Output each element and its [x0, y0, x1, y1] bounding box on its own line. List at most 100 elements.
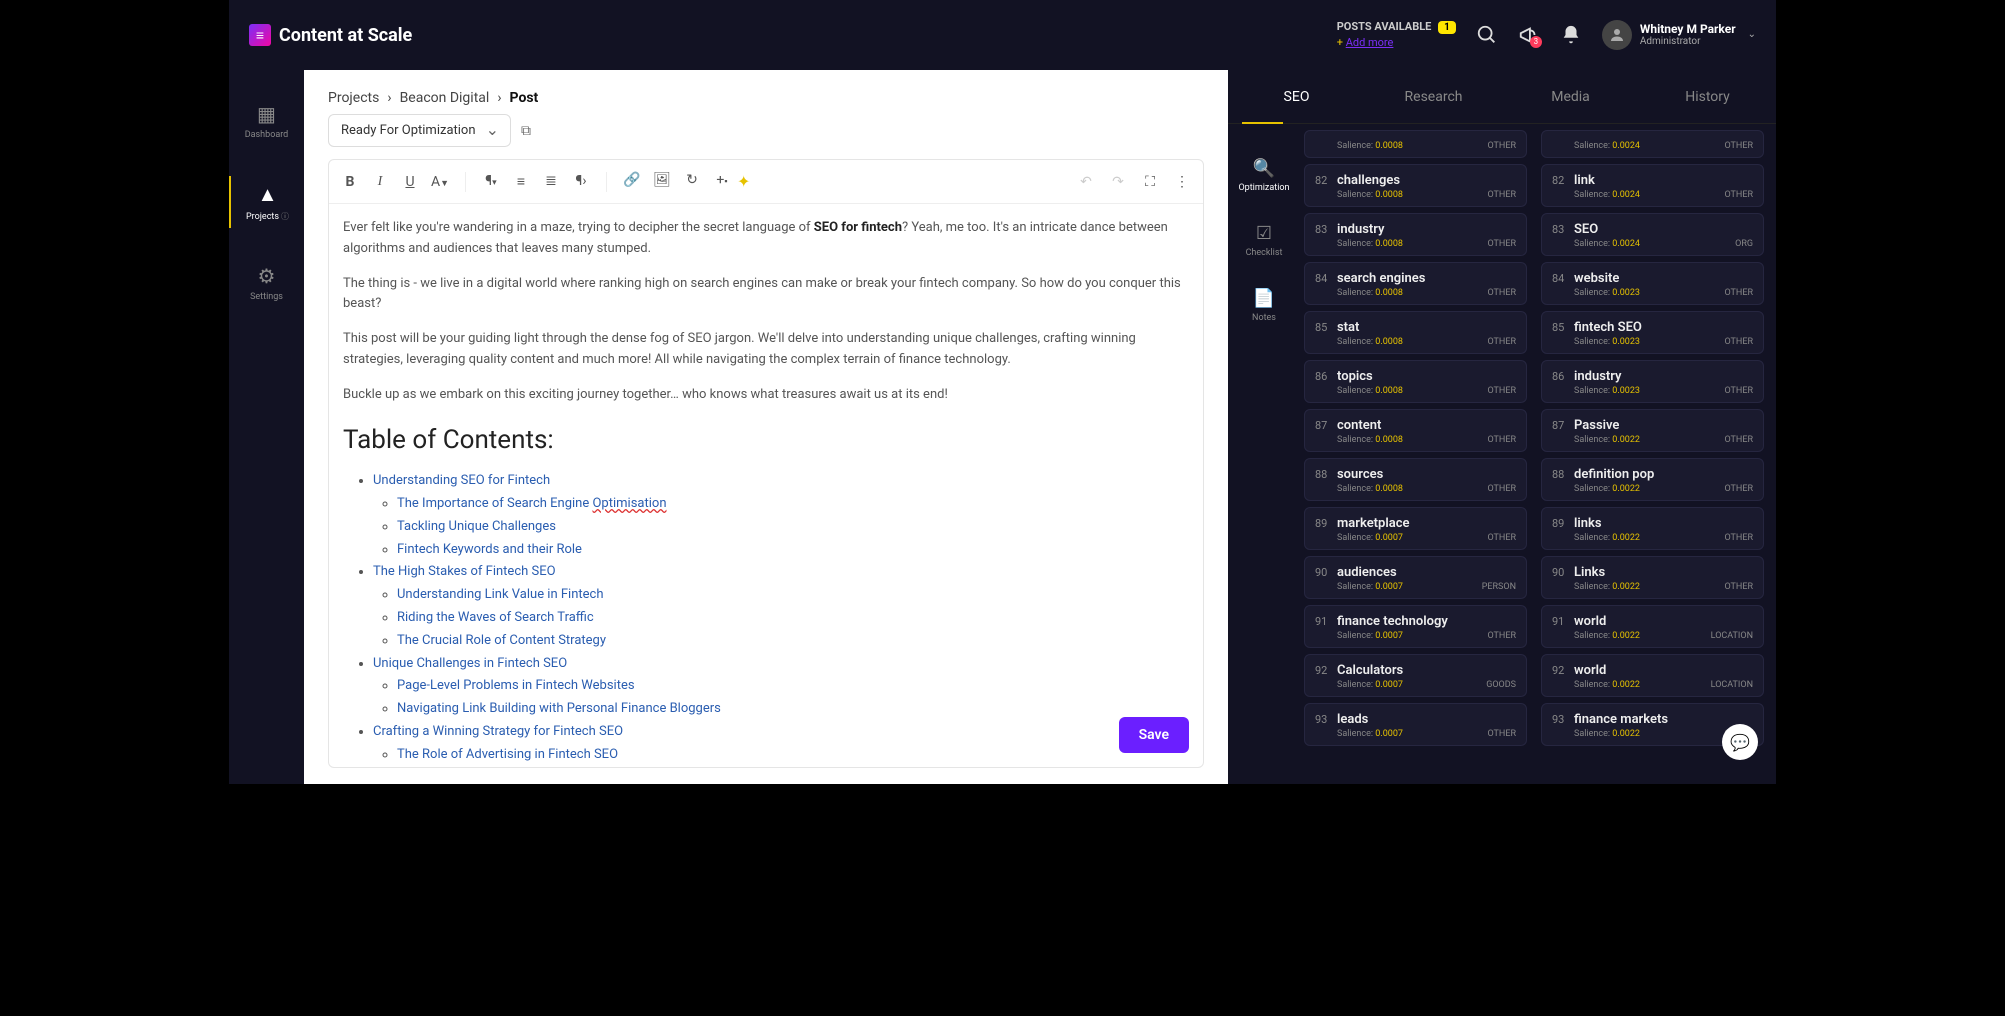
- toc-sublink[interactable]: The Role of Advertising in Fintech SEO: [397, 747, 618, 762]
- subnav-checklist[interactable]: ☑ Checklist: [1246, 223, 1283, 258]
- image-button[interactable]: 🖼: [653, 172, 671, 191]
- toc-list: Understanding SEO for Fintech The Importa…: [343, 471, 1189, 765]
- more-icon[interactable]: ⋮: [1173, 174, 1191, 190]
- tab-seo[interactable]: SEO: [1228, 70, 1365, 123]
- announce-icon[interactable]: 3: [1518, 24, 1540, 46]
- kw-number: 92: [1315, 664, 1327, 677]
- link-button[interactable]: 🔗: [623, 172, 641, 191]
- keyword-card[interactable]: 86 topics Salience: 0.0008 OTHER: [1304, 360, 1527, 403]
- keyword-card[interactable]: 82 challenges Salience: 0.0008 OTHER: [1304, 164, 1527, 207]
- keyword-card[interactable]: 85 stat Salience: 0.0008 OTHER: [1304, 311, 1527, 354]
- kw-type: LOCATION: [1711, 680, 1753, 690]
- undo-icon[interactable]: ↶: [1077, 174, 1095, 190]
- save-button[interactable]: Save: [1119, 717, 1189, 753]
- bold-button[interactable]: B: [341, 174, 359, 190]
- paragraph-button[interactable]: ¶▾: [482, 173, 500, 190]
- kw-term: stat: [1337, 320, 1516, 335]
- notif-badge: 3: [1530, 36, 1542, 48]
- keyword-card[interactable]: 92 Calculators Salience: 0.0007 GOODS: [1304, 654, 1527, 697]
- italic-button[interactable]: I: [371, 174, 389, 190]
- keyword-col-left: Salience: 0.0008 OTHER 82 challenges Sali…: [1304, 130, 1527, 784]
- kw-term: challenges: [1337, 173, 1516, 188]
- add-button[interactable]: +▪: [713, 172, 731, 191]
- crumb-projects[interactable]: Projects: [328, 90, 379, 106]
- keyword-card[interactable]: Salience: 0.0024 OTHER: [1541, 130, 1764, 158]
- chat-widget[interactable]: 💬: [1722, 724, 1758, 760]
- fullscreen-icon[interactable]: ⛶: [1141, 174, 1159, 190]
- crumb-project[interactable]: Beacon Digital: [400, 90, 490, 106]
- toc-sublink[interactable]: The Importance of Search Engine Optimisa…: [397, 496, 667, 511]
- toc-link[interactable]: Unique Challenges in Fintech SEO: [373, 656, 567, 671]
- keyword-card[interactable]: 89 marketplace Salience: 0.0007 OTHER: [1304, 507, 1527, 550]
- keyword-card[interactable]: 83 SEO Salience: 0.0024 ORG: [1541, 213, 1764, 256]
- align-center-button[interactable]: ≣: [542, 173, 560, 190]
- keyword-card[interactable]: 87 Passive Salience: 0.0022 OTHER: [1541, 409, 1764, 452]
- toc-link[interactable]: Crafting a Winning Strategy for Fintech …: [373, 724, 623, 739]
- keyword-card[interactable]: 87 content Salience: 0.0008 OTHER: [1304, 409, 1527, 452]
- keyword-card[interactable]: 91 finance technology Salience: 0.0007 O…: [1304, 605, 1527, 648]
- toc-sublink[interactable]: The Crucial Role of Content Strategy: [397, 633, 606, 648]
- kw-type: ORG: [1735, 239, 1753, 249]
- keyword-card[interactable]: 93 leads Salience: 0.0007 OTHER: [1304, 703, 1527, 746]
- toc-sublink[interactable]: Fintech Keywords and their Role: [397, 542, 582, 557]
- keyword-panel: Salience: 0.0008 OTHER 82 challenges Sali…: [1300, 124, 1776, 784]
- keyword-card[interactable]: 92 world Salience: 0.0022 LOCATION: [1541, 654, 1764, 697]
- keyword-card[interactable]: 88 sources Salience: 0.0008 OTHER: [1304, 458, 1527, 501]
- kw-type: OTHER: [1724, 337, 1753, 347]
- user-menu[interactable]: Whitney M Parker Administrator ⌄: [1602, 20, 1756, 50]
- redo-icon[interactable]: ↷: [1109, 174, 1127, 190]
- kw-type: OTHER: [1724, 288, 1753, 298]
- toc-sublink[interactable]: Navigating Link Building with Personal F…: [397, 701, 721, 716]
- kw-number: 90: [1315, 566, 1327, 579]
- tab-history[interactable]: History: [1639, 70, 1776, 123]
- logo-icon: ≡: [249, 24, 271, 46]
- kw-number: 91: [1315, 615, 1327, 628]
- search-icon[interactable]: [1476, 24, 1498, 46]
- keyword-card[interactable]: 89 links Salience: 0.0022 OTHER: [1541, 507, 1764, 550]
- logo[interactable]: ≡ Content at Scale: [249, 24, 412, 46]
- align-left-button[interactable]: ≡: [512, 173, 530, 190]
- toc-sublink[interactable]: Tackling Unique Challenges: [397, 519, 556, 534]
- keyword-card[interactable]: 84 website Salience: 0.0023 OTHER: [1541, 262, 1764, 305]
- nav-settings[interactable]: ⚙ Settings: [229, 258, 304, 308]
- toc-sublink[interactable]: Understanding Link Value in Fintech: [397, 587, 604, 602]
- keyword-card[interactable]: 90 Links Salience: 0.0022 OTHER: [1541, 556, 1764, 599]
- kw-term: leads: [1337, 712, 1516, 727]
- keyword-card[interactable]: 91 world Salience: 0.0022 LOCATION: [1541, 605, 1764, 648]
- kw-term: industry: [1574, 369, 1753, 384]
- toc-sublink[interactable]: Riding the Waves of Search Traffic: [397, 610, 594, 625]
- rtl-button[interactable]: ¶›: [572, 173, 590, 190]
- redo-button[interactable]: ↻: [683, 172, 701, 191]
- nav-dashboard[interactable]: ▦ Dashboard: [229, 96, 304, 146]
- toc-link[interactable]: Understanding SEO for Fintech: [373, 473, 550, 488]
- keyword-card[interactable]: 84 search engines Salience: 0.0008 OTHER: [1304, 262, 1527, 305]
- kw-number: 89: [1552, 517, 1564, 530]
- add-more-link[interactable]: Add more: [1346, 36, 1394, 49]
- toc-sublink[interactable]: Page-Level Problems in Fintech Websites: [397, 678, 635, 693]
- nav-projects[interactable]: ▲ Projectsⓘ: [229, 176, 304, 228]
- keyword-card[interactable]: 85 fintech SEO Salience: 0.0023 OTHER: [1541, 311, 1764, 354]
- right-panel: SEO Research Media History 🔍 Optimizatio…: [1228, 70, 1776, 784]
- toc-link[interactable]: The High Stakes of Fintech SEO: [373, 564, 556, 579]
- user-name: Whitney M Parker: [1640, 22, 1736, 36]
- tab-research[interactable]: Research: [1365, 70, 1502, 123]
- keyword-card[interactable]: 86 industry Salience: 0.0023 OTHER: [1541, 360, 1764, 403]
- subnav-notes[interactable]: 📄 Notes: [1252, 288, 1276, 323]
- keyword-card[interactable]: 88 definition pop Salience: 0.0022 OTHER: [1541, 458, 1764, 501]
- font-button[interactable]: A▼: [431, 174, 449, 190]
- editor-content[interactable]: Ever felt like you're wandering in a maz…: [329, 204, 1203, 767]
- keyword-card[interactable]: 82 link Salience: 0.0024 OTHER: [1541, 164, 1764, 207]
- kw-type: OTHER: [1724, 582, 1753, 592]
- open-external-icon[interactable]: ⧉: [521, 123, 531, 139]
- tab-media[interactable]: Media: [1502, 70, 1639, 123]
- keyword-card[interactable]: Salience: 0.0008 OTHER: [1304, 130, 1527, 158]
- subnav-optimization[interactable]: 🔍 Optimization: [1238, 158, 1289, 193]
- keyword-card[interactable]: 83 industry Salience: 0.0008 OTHER: [1304, 213, 1527, 256]
- underline-button[interactable]: U: [401, 174, 419, 190]
- kw-number: 89: [1315, 517, 1327, 530]
- bell-icon[interactable]: [1560, 24, 1582, 46]
- kw-number: 84: [1552, 272, 1564, 285]
- keyword-card[interactable]: 90 audiences Salience: 0.0007 PERSON: [1304, 556, 1527, 599]
- status-select[interactable]: Ready For Optimization: [328, 114, 511, 147]
- settings-icon: ⚙: [258, 264, 276, 288]
